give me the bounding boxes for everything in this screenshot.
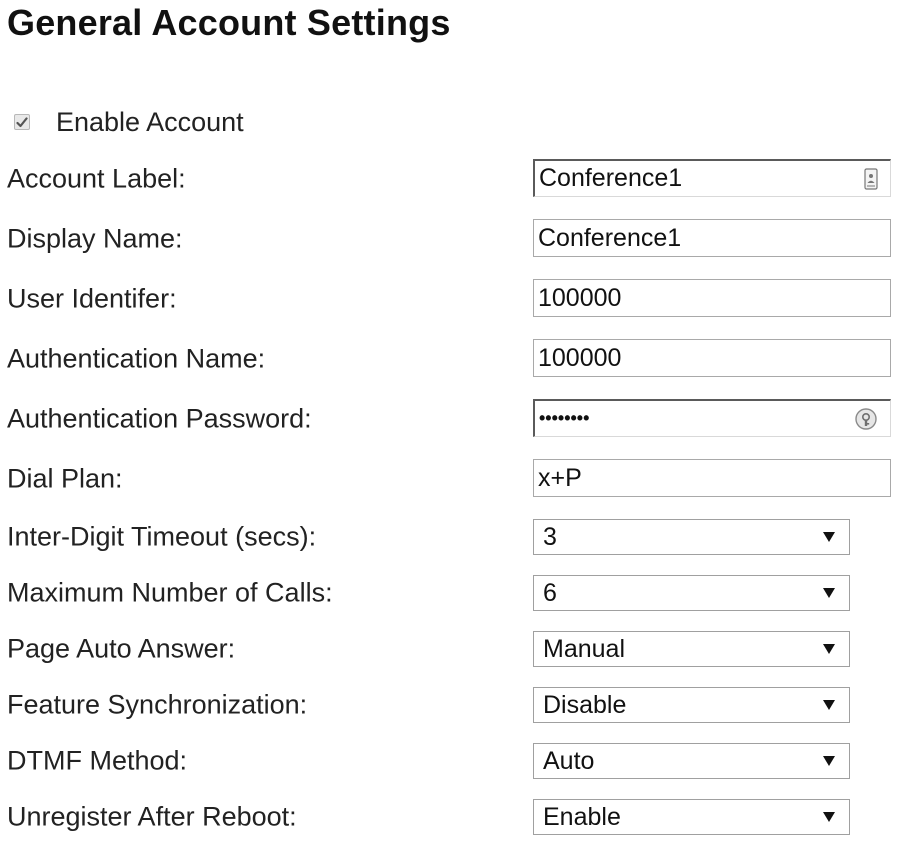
- inter-digit-timeout-row: Inter-Digit Timeout (secs): 3: [0, 514, 908, 560]
- user-identifier-label: User Identifer:: [7, 283, 177, 314]
- chevron-down-icon[interactable]: [823, 700, 835, 710]
- display-name-label: Display Name:: [7, 223, 183, 254]
- dtmf-method-row: DTMF Method: Auto: [0, 738, 908, 784]
- user-identifier-value: 100000: [538, 283, 622, 312]
- authentication-name-input[interactable]: 100000: [533, 339, 891, 377]
- authentication-password-input[interactable]: ••••••••: [533, 399, 891, 437]
- authentication-password-row: Authentication Password: ••••••••: [0, 396, 908, 442]
- display-name-input[interactable]: Conference1: [533, 219, 891, 257]
- checkmark-icon: [16, 116, 28, 127]
- account-label-input[interactable]: Conference1: [533, 159, 891, 197]
- page-auto-answer-select[interactable]: Manual: [533, 631, 850, 667]
- dtmf-method-value: Auto: [543, 746, 595, 775]
- feature-synchronization-row: Feature Synchronization: Disable: [0, 682, 908, 728]
- maximum-number-of-calls-select[interactable]: 6: [533, 575, 850, 611]
- user-identifier-input[interactable]: 100000: [533, 279, 891, 317]
- dtmf-method-select[interactable]: Auto: [533, 743, 850, 779]
- unregister-after-reboot-label: Unregister After Reboot:: [7, 801, 297, 832]
- account-label-row: Account Label: Conference1: [0, 156, 908, 202]
- account-label-label: Account Label:: [7, 163, 186, 194]
- dtmf-method-label: DTMF Method:: [7, 745, 188, 776]
- chevron-down-icon[interactable]: [823, 812, 835, 822]
- dial-plan-input[interactable]: x+P: [533, 459, 891, 497]
- user-identifier-row: User Identifer: 100000: [0, 276, 908, 322]
- authentication-password-label: Authentication Password:: [7, 403, 312, 434]
- authentication-name-value: 100000: [538, 343, 622, 372]
- chevron-down-icon[interactable]: [823, 588, 835, 598]
- contact-card-icon[interactable]: [864, 167, 878, 190]
- dial-plan-row: Dial Plan: x+P: [0, 456, 908, 502]
- page-title: General Account Settings: [7, 2, 451, 43]
- authentication-password-value: ••••••••: [539, 408, 590, 428]
- feature-synchronization-label: Feature Synchronization:: [7, 689, 308, 720]
- account-label-value: Conference1: [539, 164, 683, 192]
- inter-digit-timeout-value: 3: [543, 522, 557, 551]
- display-name-value: Conference1: [538, 223, 682, 252]
- maximum-number-of-calls-row: Maximum Number of Calls: 6: [0, 570, 908, 616]
- password-reveal-icon[interactable]: [854, 407, 878, 431]
- authentication-name-row: Authentication Name: 100000: [0, 336, 908, 382]
- display-name-row: Display Name: Conference1: [0, 216, 908, 262]
- chevron-down-icon[interactable]: [823, 756, 835, 766]
- chevron-down-icon[interactable]: [823, 532, 835, 542]
- maximum-number-of-calls-label: Maximum Number of Calls:: [7, 577, 333, 608]
- dial-plan-value: x+P: [538, 463, 582, 492]
- chevron-down-icon[interactable]: [823, 644, 835, 654]
- inter-digit-timeout-select[interactable]: 3: [533, 519, 850, 555]
- unregister-after-reboot-row: Unregister After Reboot: Enable: [0, 794, 908, 840]
- page-auto-answer-row: Page Auto Answer: Manual: [0, 626, 908, 672]
- dial-plan-label: Dial Plan:: [7, 463, 123, 494]
- enable-account-checkbox[interactable]: [14, 114, 30, 130]
- feature-synchronization-select[interactable]: Disable: [533, 687, 850, 723]
- page-auto-answer-value: Manual: [543, 634, 625, 663]
- unregister-after-reboot-select[interactable]: Enable: [533, 799, 850, 835]
- authentication-name-label: Authentication Name:: [7, 343, 266, 374]
- page-auto-answer-label: Page Auto Answer:: [7, 633, 236, 664]
- inter-digit-timeout-label: Inter-Digit Timeout (secs):: [7, 521, 317, 552]
- enable-account-label: Enable Account: [56, 106, 244, 137]
- unregister-after-reboot-value: Enable: [543, 802, 621, 831]
- maximum-number-of-calls-value: 6: [543, 578, 557, 607]
- feature-synchronization-value: Disable: [543, 690, 627, 719]
- enable-account-row: Enable Account: [14, 104, 244, 140]
